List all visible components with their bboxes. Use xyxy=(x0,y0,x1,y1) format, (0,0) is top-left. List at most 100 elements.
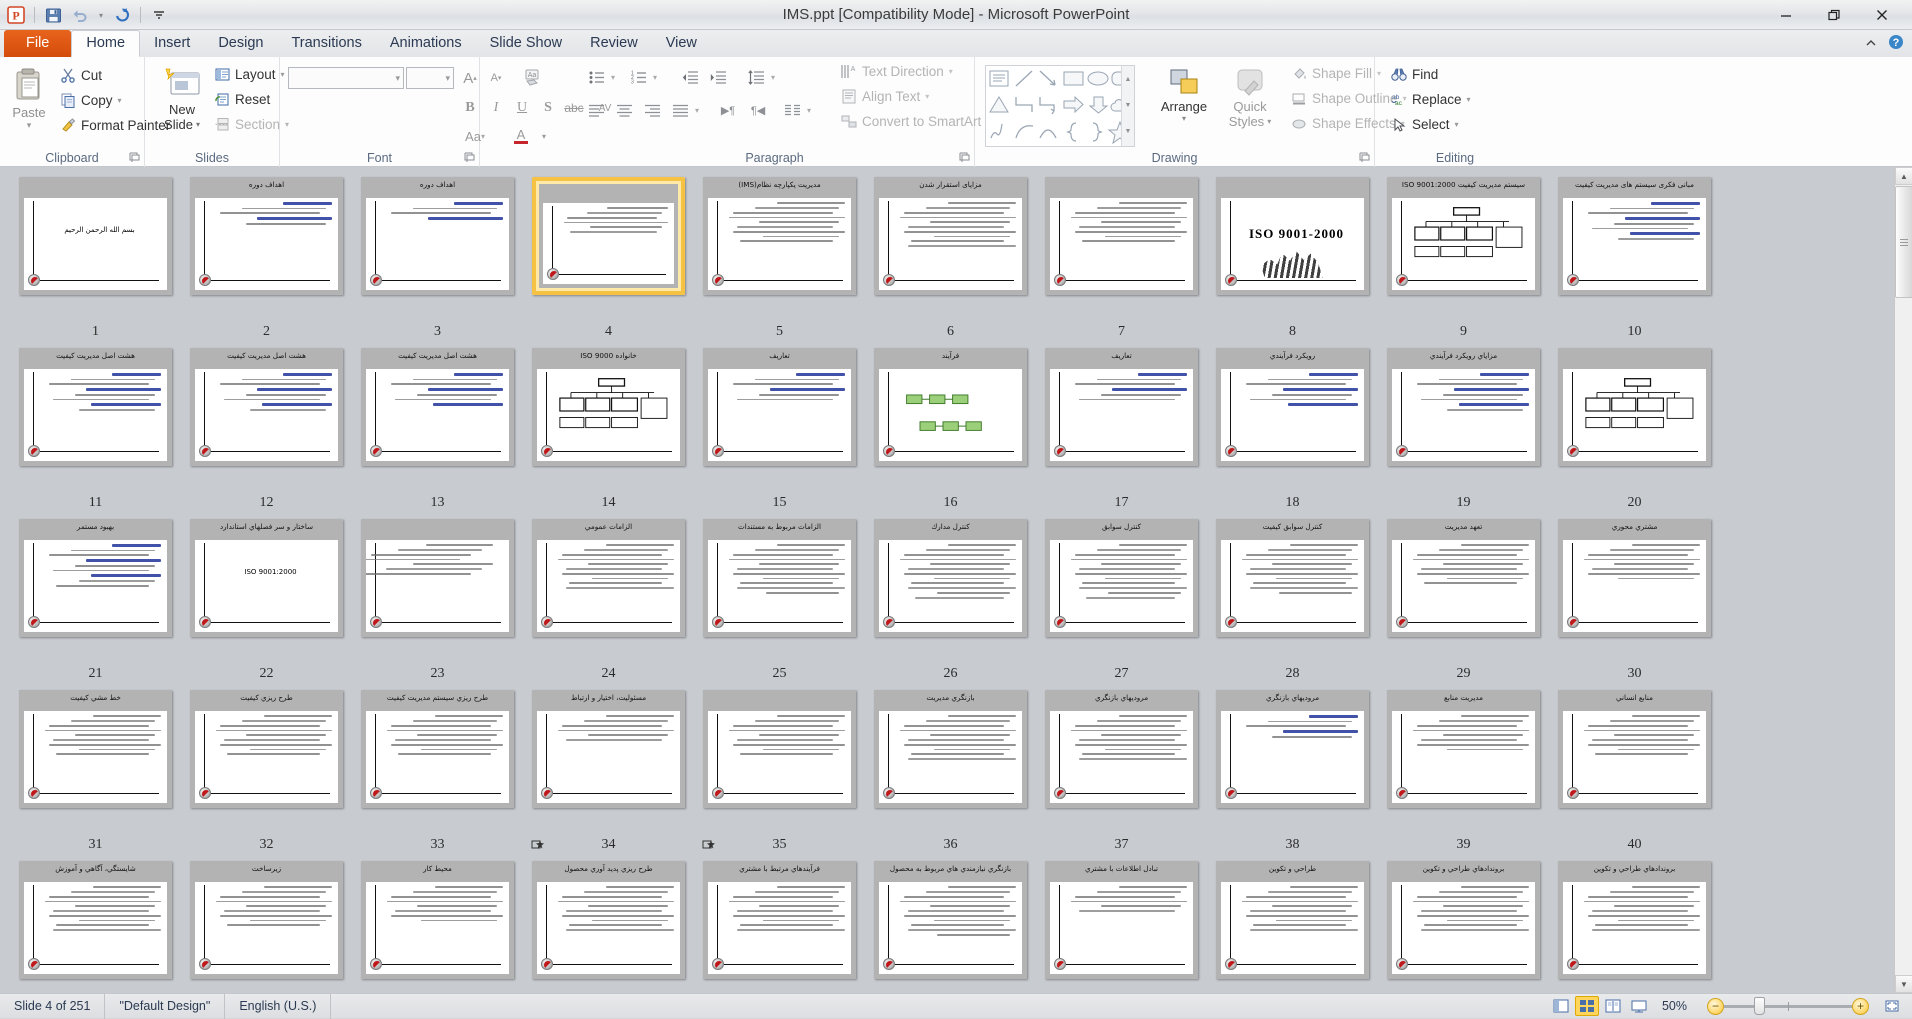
slide-thumbnail-cell[interactable]: تبادل اطلاعات با مشتري47 xyxy=(1036,857,1207,993)
numbering-dropdown-arrow[interactable]: ▾ xyxy=(649,67,661,88)
slide-thumbnail-cell[interactable]: بازنگري مديريت36 xyxy=(865,686,1036,857)
slide-thumbnail-cell[interactable]: منابع انساني40 xyxy=(1549,686,1720,857)
shape-fill-button[interactable]: Shape Fill ▾ xyxy=(1287,65,1385,82)
slide-thumbnail[interactable]: بسم الله الرحمن الرحيم xyxy=(19,177,172,295)
undo-icon[interactable] xyxy=(68,3,92,27)
numbering-button[interactable]: 1 2 3 xyxy=(627,67,650,88)
slide-thumbnail-cell[interactable]: هشت اصل مدیریت كیفیت11 xyxy=(10,344,181,515)
chevron-down-icon[interactable]: ▾ xyxy=(445,73,450,84)
align-left-button[interactable] xyxy=(585,100,608,121)
text-direction-button[interactable]: A Text Direction ▾ xyxy=(837,63,957,80)
paste-dropdown-arrow[interactable]: ▾ xyxy=(27,120,32,131)
font-color-dropdown-arrow[interactable]: ▾ xyxy=(538,125,550,147)
left-to-right-button[interactable]: ▶¶ xyxy=(715,100,741,121)
align-center-button[interactable] xyxy=(613,100,636,121)
replace-button[interactable]: ab ac Replace ▾ xyxy=(1387,91,1475,108)
cut-button[interactable]: Cut xyxy=(56,66,106,84)
slide-thumbnail-cell[interactable]: بهبود مستمر21 xyxy=(10,515,181,686)
slide-thumbnail-cell[interactable]: بروندادهاي طراحي و تكوين49 xyxy=(1378,857,1549,993)
slide-thumbnail-cell[interactable]: مزايای استقرار شدن6 xyxy=(865,173,1036,344)
slide-thumbnail[interactable]: خط مشي كيفيت xyxy=(19,690,172,808)
slide-thumbnail[interactable]: سیستم مدیریت کیفیت ISO 9001:2000 xyxy=(1387,177,1540,295)
slide-thumbnail-cell[interactable]: مروديهاي بازنگري38 xyxy=(1207,686,1378,857)
slide-thumbnail-cell[interactable]: زيرساخت42 xyxy=(181,857,352,993)
slide-thumbnail-cell[interactable]: طرح ريزي پديد آوري محصول44 xyxy=(523,857,694,993)
decrease-indent-button[interactable] xyxy=(679,67,702,88)
tab-animations[interactable]: Animations xyxy=(376,30,476,57)
justify-dropdown-arrow[interactable]: ▾ xyxy=(691,100,703,121)
slide-thumbnail[interactable]: بهبود مستمر xyxy=(19,519,172,637)
slide-thumbnail-cell[interactable]: 7 xyxy=(1036,173,1207,344)
text-shadow-button[interactable]: S xyxy=(536,97,560,119)
language-indicator[interactable]: English (U.S.) xyxy=(225,994,331,1019)
font-dialog-launcher[interactable] xyxy=(464,152,475,163)
slide-thumbnail[interactable]: تبادل اطلاعات با مشتري xyxy=(1045,861,1198,979)
slide-thumbnail-cell[interactable]: تعاريف15 xyxy=(694,344,865,515)
slide-thumbnail[interactable]: شايستگي، آگاهي و آموزش xyxy=(19,861,172,979)
italic-button[interactable]: I xyxy=(484,97,508,119)
slide-thumbnail-cell[interactable]: 23 xyxy=(352,515,523,686)
slide-thumbnail-cell[interactable]: مبانی فكری سیستم های مدیریت كیفیت10 xyxy=(1549,173,1720,344)
zoom-level-label[interactable]: 50% xyxy=(1652,999,1697,1013)
scroll-down-button[interactable]: ▼ xyxy=(1895,975,1912,993)
slide-thumbnail[interactable] xyxy=(532,177,685,295)
slide-thumbnail-cell[interactable]: اهداف دوره3 xyxy=(352,173,523,344)
quick-styles-button[interactable]: Quick Styles ▾ xyxy=(1219,67,1281,129)
slide-thumbnail[interactable]: منابع انساني xyxy=(1558,690,1711,808)
copy-button[interactable]: Copy ▾ xyxy=(56,91,126,109)
arrange-button[interactable]: Arrange ▾ xyxy=(1153,67,1215,123)
fit-slide-to-window-button[interactable] xyxy=(1880,996,1904,1016)
slide-thumbnail[interactable]: ISO 9001-2000 xyxy=(1216,177,1369,295)
slide-thumbnail-cell[interactable]: مروديهاي بازنگري37 xyxy=(1036,686,1207,857)
slide-thumbnail[interactable]: طرح ريزي پديد آوري محصول xyxy=(532,861,685,979)
help-icon[interactable]: ? xyxy=(1888,34,1904,55)
paste-button[interactable]: Paste ▾ xyxy=(6,67,52,131)
slide-thumbnail[interactable]: مديريت يکپارچه نظام(IMS) xyxy=(703,177,856,295)
bullets-button[interactable] xyxy=(585,67,608,88)
columns-button[interactable] xyxy=(781,100,804,121)
slide-counter[interactable]: Slide 4 of 251 xyxy=(0,994,105,1019)
slide-thumbnail-cell[interactable]: بسم الله الرحمن الرحيم1 xyxy=(10,173,181,344)
tab-file[interactable]: File xyxy=(4,30,71,57)
slide-thumbnail-cell[interactable]: الزامات مربوط به مستندات25 xyxy=(694,515,865,686)
slide-thumbnail-cell[interactable]: مديريت منابع39 xyxy=(1378,686,1549,857)
slide-thumbnail[interactable]: فرآيندهاي مرتبط با مشتري xyxy=(703,861,856,979)
line-spacing-dropdown-arrow[interactable]: ▾ xyxy=(767,67,779,88)
zoom-track[interactable] xyxy=(1724,1005,1852,1008)
slide-thumbnail[interactable]: مشتري محوري xyxy=(1558,519,1711,637)
slide-thumbnail[interactable]: ساختار و سر فصلهاي استانداردISO 9001:200… xyxy=(190,519,343,637)
slide-thumbnail-cell[interactable]: كنترل سوابق27 xyxy=(1036,515,1207,686)
slide-thumbnail-cell[interactable]: ISO 9001-20008 xyxy=(1207,173,1378,344)
slide-thumbnail-cell[interactable]: مسئوليت، اختيار و ارتباط34 xyxy=(523,686,694,857)
normal-view-button[interactable] xyxy=(1549,996,1573,1016)
slide-thumbnail[interactable]: رويكرد فرآيندي xyxy=(1216,348,1369,466)
slide-sorter-view-button[interactable] xyxy=(1575,996,1599,1016)
reading-view-button[interactable] xyxy=(1601,996,1625,1016)
chevron-down-icon[interactable]: ▾ xyxy=(395,73,400,84)
slide-thumbnail-cell[interactable]: رويكرد فرآيندي18 xyxy=(1207,344,1378,515)
new-slide-dropdown-arrow[interactable]: ▾ xyxy=(196,120,200,129)
reset-button[interactable]: Reset xyxy=(211,91,274,108)
slide-thumbnail[interactable] xyxy=(1558,348,1711,466)
slide-thumbnail-cell[interactable]: 20 xyxy=(1549,344,1720,515)
powerpoint-app-icon[interactable]: P xyxy=(4,3,28,27)
font-color-button[interactable]: A xyxy=(504,125,538,147)
layout-button[interactable]: Layout ▾ xyxy=(211,66,289,83)
paragraph-dialog-launcher[interactable] xyxy=(959,152,970,163)
slide-thumbnail-cell[interactable]: محيط كار43 xyxy=(352,857,523,993)
slide-thumbnail[interactable]: مروديهاي بازنگري xyxy=(1216,690,1369,808)
replace-dropdown-arrow[interactable]: ▾ xyxy=(1467,95,1471,104)
line-spacing-button[interactable] xyxy=(745,67,768,88)
slide-thumbnail-cell[interactable]: تعاريف17 xyxy=(1036,344,1207,515)
slide-thumbnail[interactable]: كنترل سوابق xyxy=(1045,519,1198,637)
close-button[interactable] xyxy=(1858,2,1906,28)
slide-thumbnail[interactable]: مروديهاي بازنگري xyxy=(1045,690,1198,808)
slide-thumbnail-cell[interactable]: فرآيند16 xyxy=(865,344,1036,515)
shapes-scroll-down-icon[interactable]: ▼ xyxy=(1122,92,1134,118)
slide-thumbnail[interactable]: هشت اصل مدیریت كیفیت xyxy=(19,348,172,466)
scroll-up-button[interactable]: ▲ xyxy=(1895,167,1912,185)
slide-thumbnail-cell[interactable]: سیستم مدیریت کیفیت ISO 9001:20009 xyxy=(1378,173,1549,344)
save-icon[interactable] xyxy=(41,3,65,27)
shapes-gallery[interactable]: ▲ ▼ ▼ xyxy=(985,65,1135,147)
slide-thumbnail[interactable]: بازنگري نيازمندي هاي مربوط به محصول xyxy=(874,861,1027,979)
